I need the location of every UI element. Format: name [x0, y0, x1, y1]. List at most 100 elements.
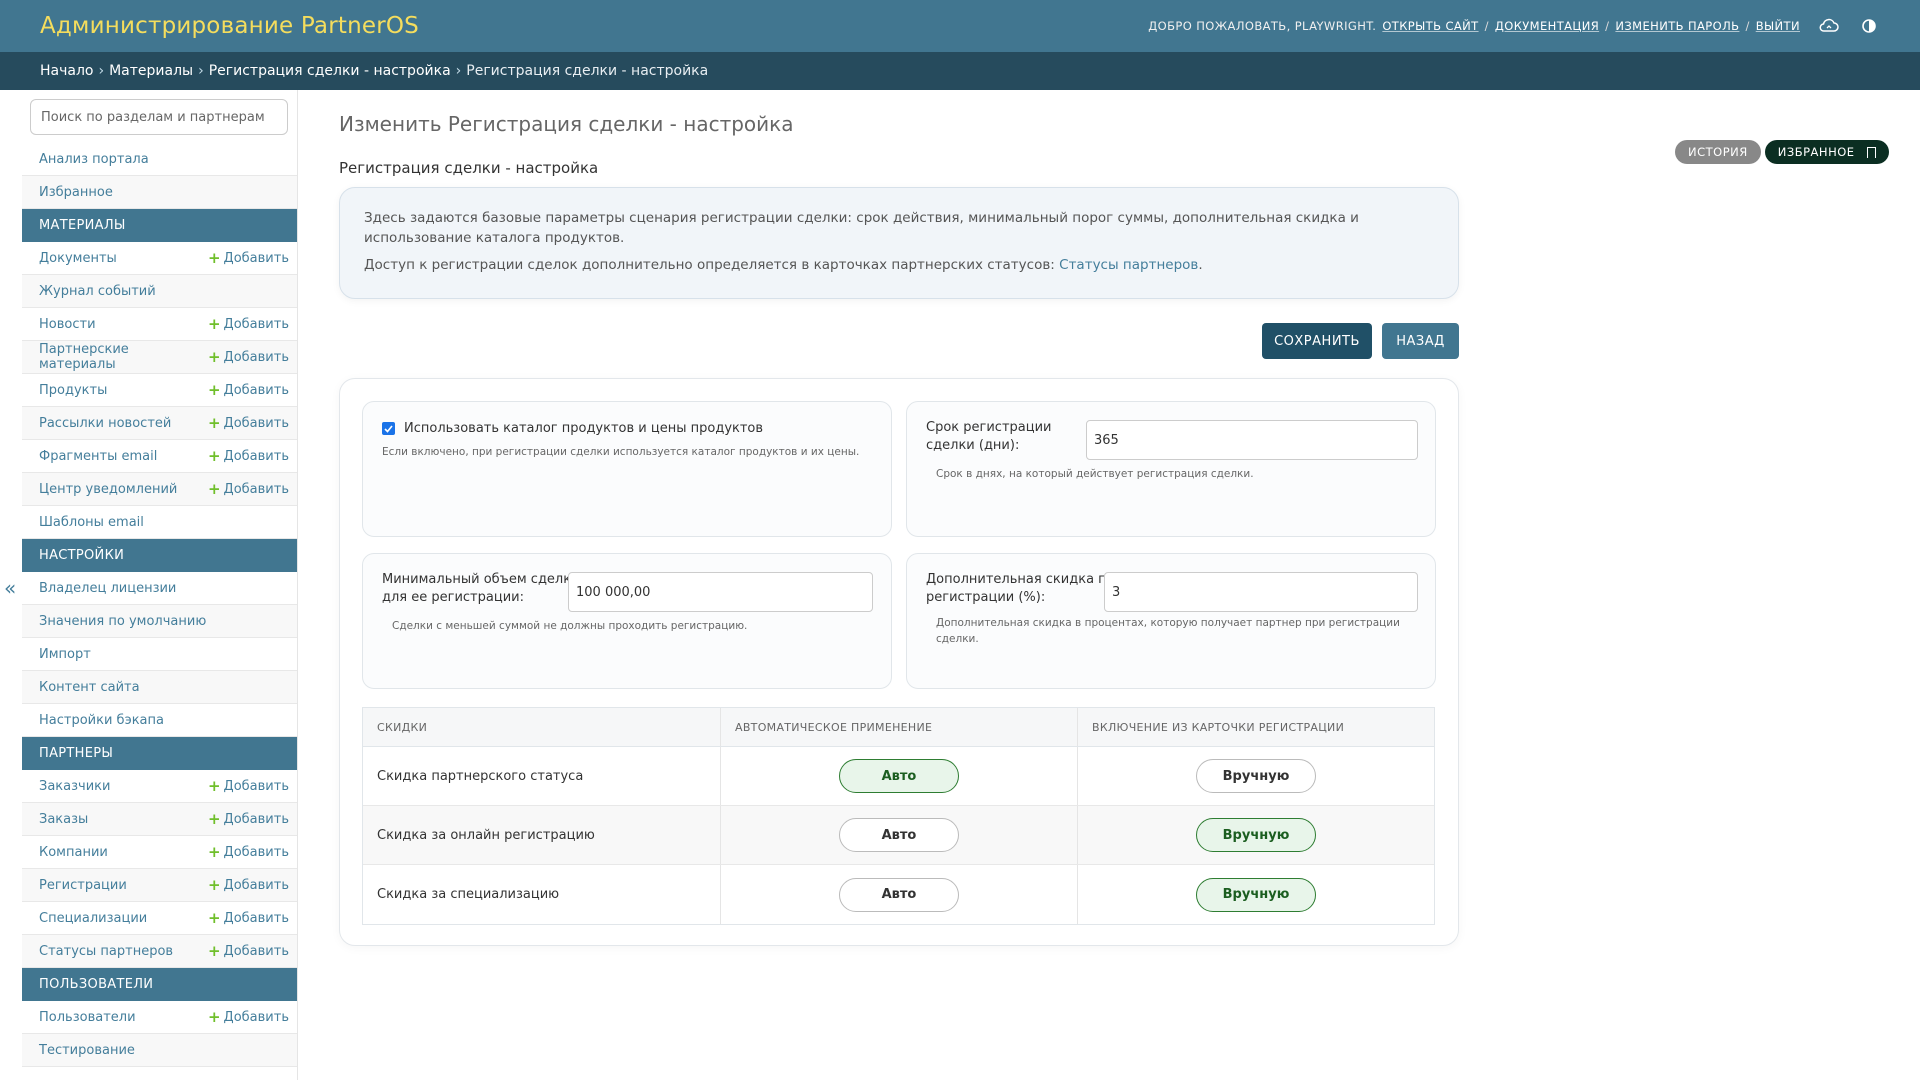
add-link[interactable]: + Добавить: [208, 316, 289, 332]
sidebar-item-label[interactable]: Продукты: [39, 383, 107, 398]
sidebar-item-label[interactable]: Регистрации: [39, 878, 127, 893]
extra-discount-input[interactable]: [1104, 572, 1418, 612]
table-row: Скидка партнерского статуса Авто Вручную: [363, 747, 1434, 806]
auto-toggle[interactable]: Авто: [839, 818, 959, 852]
add-link[interactable]: + Добавить: [208, 382, 289, 398]
sidebar-item-label[interactable]: Документы: [39, 251, 117, 266]
sidebar-item-label[interactable]: Журнал событий: [39, 284, 156, 299]
change-password-link[interactable]: Изменить пароль: [1615, 19, 1739, 33]
sidebar-item-label[interactable]: Шаблоны email: [39, 515, 144, 530]
sidebar-item-1-0[interactable]: Владелец лицензии: [22, 572, 297, 605]
sidebar-item-0-7[interactable]: Центр уведомлений + Добавить: [22, 473, 297, 506]
sidebar-item-top-0[interactable]: Анализ портала: [22, 143, 297, 176]
sidebar-item-1-4[interactable]: Настройки бэкапа: [22, 704, 297, 737]
add-link[interactable]: + Добавить: [208, 250, 289, 266]
sidebar-item-label[interactable]: Значения по умолчанию: [39, 614, 206, 629]
sidebar-item-label[interactable]: Специализации: [39, 911, 147, 926]
breadcrumb-home[interactable]: Начало: [40, 63, 93, 79]
manual-toggle[interactable]: Вручную: [1196, 759, 1316, 793]
sidebar-item-2-5[interactable]: Статусы партнеров + Добавить: [22, 935, 297, 968]
sidebar-collapse-icon[interactable]: «: [4, 576, 16, 600]
manual-toggle[interactable]: Вручную: [1196, 877, 1316, 912]
sidebar-item-0-8[interactable]: Шаблоны email: [22, 506, 297, 539]
min-amount-input[interactable]: [568, 572, 873, 612]
back-button[interactable]: Назад: [1382, 323, 1459, 359]
sidebar-item-label[interactable]: Компании: [39, 845, 108, 860]
breadcrumb-model[interactable]: Регистрация сделки - настройка: [209, 63, 451, 79]
sidebar-item-1-1[interactable]: Значения по умолчанию: [22, 605, 297, 638]
documentation-link[interactable]: Документация: [1495, 19, 1599, 33]
sidebar-item-0-2[interactable]: Новости + Добавить: [22, 308, 297, 341]
sidebar-section-header[interactable]: Пользователи: [22, 968, 297, 1001]
manual-toggle[interactable]: Вручную: [1196, 818, 1316, 852]
add-link[interactable]: + Добавить: [208, 910, 289, 926]
open-site-link[interactable]: Открыть сайт: [1382, 19, 1478, 33]
sidebar-section-header[interactable]: Партнеры: [22, 737, 297, 770]
sidebar-item-label[interactable]: Контент сайта: [39, 680, 140, 695]
sidebar-item-label[interactable]: Новости: [39, 317, 96, 332]
theme-toggle-icon[interactable]: [1858, 15, 1880, 37]
sidebar-item-top-1[interactable]: Избранное: [22, 176, 297, 209]
favorite-button[interactable]: Избранное: [1764, 140, 1889, 164]
sidebar-item-label[interactable]: Настройки бэкапа: [39, 713, 164, 728]
sidebar-item-0-1[interactable]: Журнал событий: [22, 275, 297, 308]
sidebar-item-2-1[interactable]: Заказы + Добавить: [22, 803, 297, 836]
site-brand[interactable]: Администрирование PartnerOS: [40, 13, 419, 39]
breadcrumb-materials[interactable]: Материалы: [109, 63, 193, 79]
sidebar-item-2-3[interactable]: Регистрации + Добавить: [22, 869, 297, 902]
sidebar-section-header[interactable]: Настройки: [22, 539, 297, 572]
sidebar-item-label[interactable]: Импорт: [39, 647, 91, 662]
sidebar-item-0-4[interactable]: Продукты + Добавить: [22, 374, 297, 407]
sidebar-item-label[interactable]: Анализ портала: [39, 152, 149, 167]
sidebar-item-3-1[interactable]: Тестирование: [22, 1034, 297, 1067]
auto-toggle[interactable]: Авто: [839, 759, 959, 793]
nav-list: Анализ портала Избранное Материалы Документ…: [22, 143, 297, 1067]
sidebar-item-2-2[interactable]: Компании + Добавить: [22, 836, 297, 869]
sidebar-item-3-0[interactable]: Пользователи + Добавить: [22, 1001, 297, 1034]
sidebar-item-0-6[interactable]: Фрагменты email + Добавить: [22, 440, 297, 473]
auto-toggle[interactable]: Авто: [839, 877, 959, 912]
add-link[interactable]: + Добавить: [208, 448, 289, 464]
plus-icon: +: [207, 809, 221, 828]
sidebar-item-label[interactable]: Заказы: [39, 812, 88, 827]
sidebar-item-2-0[interactable]: Заказчики + Добавить: [22, 770, 297, 803]
discount-name: Скидка партнерского статуса: [363, 747, 721, 805]
sidebar-item-2-4[interactable]: Специализации + Добавить: [22, 902, 297, 935]
add-link[interactable]: + Добавить: [208, 415, 289, 431]
cloud-icon[interactable]: [1818, 15, 1840, 37]
sidebar-item-0-3[interactable]: Партнерские материалы + Добавить: [22, 341, 297, 374]
sidebar-item-label[interactable]: Пользователи: [39, 1010, 136, 1025]
sidebar-item-1-3[interactable]: Контент сайта: [22, 671, 297, 704]
add-link[interactable]: + Добавить: [207, 809, 289, 828]
partner-statuses-link[interactable]: Статусы партнеров: [1059, 257, 1198, 273]
history-button[interactable]: История: [1675, 140, 1761, 164]
sidebar-item-label[interactable]: Избранное: [39, 185, 113, 200]
sidebar-item-label[interactable]: Центр уведомлений: [39, 482, 177, 497]
sidebar-item-label[interactable]: Владелец лицензии: [39, 581, 176, 596]
sidebar-item-label[interactable]: Рассылки новостей: [39, 416, 171, 431]
add-link[interactable]: + Добавить: [208, 349, 289, 365]
add-link[interactable]: + Добавить: [208, 943, 289, 959]
add-link[interactable]: + Добавить: [208, 844, 289, 860]
sidebar-item-label[interactable]: Тестирование: [39, 1043, 135, 1058]
add-link[interactable]: + Добавить: [207, 776, 289, 795]
sidebar-search-input[interactable]: [30, 99, 288, 135]
form-actions: Сохранить Назад: [1262, 323, 1459, 359]
add-link[interactable]: + Добавить: [208, 481, 289, 497]
sidebar-section-header[interactable]: Материалы: [22, 209, 297, 242]
sidebar-item-1-2[interactable]: Импорт: [22, 638, 297, 671]
catalog-checkbox[interactable]: [382, 422, 395, 435]
plus-icon: +: [207, 776, 221, 795]
save-button[interactable]: Сохранить: [1262, 323, 1372, 359]
logout-link[interactable]: Выйти: [1756, 19, 1800, 33]
term-input[interactable]: [1086, 420, 1418, 460]
sidebar-item-0-5[interactable]: Рассылки новостей + Добавить: [22, 407, 297, 440]
sidebar-item-label[interactable]: Заказчики: [39, 779, 110, 794]
catalog-label[interactable]: Использовать каталог продуктов и цены пр…: [404, 421, 763, 436]
sidebar-item-label[interactable]: Фрагменты email: [39, 449, 157, 464]
sidebar-item-label[interactable]: Партнерские материалы: [39, 342, 208, 372]
sidebar-item-label[interactable]: Статусы партнеров: [39, 944, 173, 959]
add-link[interactable]: + Добавить: [208, 877, 289, 893]
add-link[interactable]: + Добавить: [208, 1009, 289, 1025]
sidebar-item-0-0[interactable]: Документы + Добавить: [22, 242, 297, 275]
